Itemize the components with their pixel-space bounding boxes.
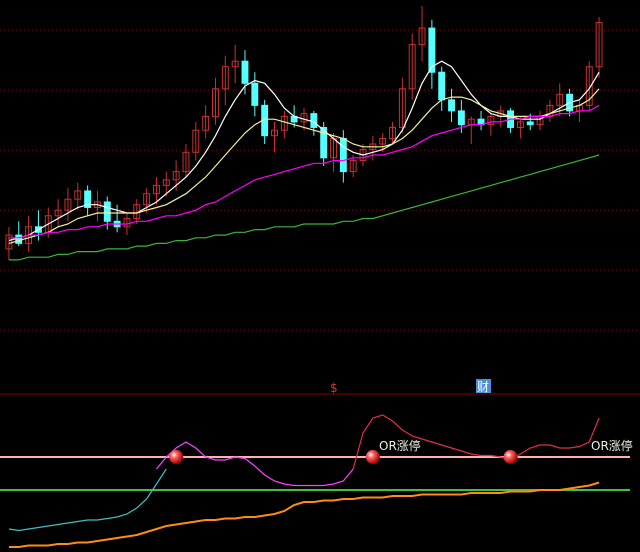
main-panel-grid bbox=[0, 29, 640, 331]
candle-body-25 bbox=[251, 82, 259, 106]
osc-series-3 bbox=[8, 481, 600, 548]
moving-average-lines bbox=[8, 60, 600, 261]
candle-body-45 bbox=[448, 99, 455, 112]
osc-series-1 bbox=[156, 441, 354, 487]
candle-body-24 bbox=[241, 60, 249, 84]
candle-body-44 bbox=[438, 71, 446, 101]
osc-series-0 bbox=[8, 468, 167, 532]
or-label-1: OR涨停 bbox=[379, 438, 421, 453]
stock-chart-canvas: $ 财 OR涨停 OR涨停 bbox=[0, 6, 640, 548]
or-label-2: OR涨停 bbox=[591, 438, 633, 453]
candle-body-46 bbox=[457, 110, 465, 126]
candle-body-53 bbox=[526, 121, 534, 126]
candle-body-34 bbox=[339, 137, 347, 173]
candlestick-series bbox=[5, 6, 603, 260]
red-ball-icon bbox=[169, 450, 184, 464]
candle-body-31 bbox=[310, 113, 318, 128]
oscillator-panel bbox=[0, 414, 630, 548]
candle-body-1 bbox=[15, 234, 23, 244]
candle-body-10 bbox=[103, 201, 111, 222]
red-ball-icon bbox=[365, 450, 380, 464]
red-ball-icon bbox=[503, 450, 518, 464]
s-marker-label: $ bbox=[330, 381, 338, 395]
cai-marker-label: 财 bbox=[477, 380, 489, 394]
